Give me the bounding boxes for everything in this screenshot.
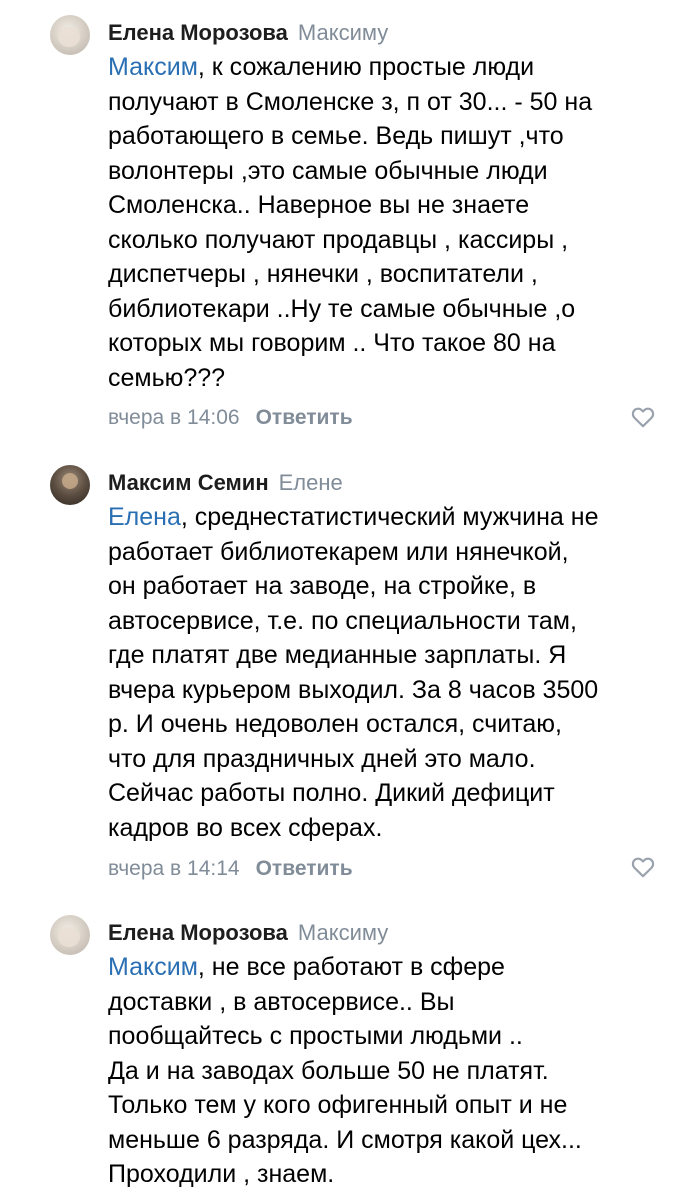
reply-to-label[interactable]: Максиму	[298, 920, 388, 945]
comment: Елена Морозова Максиму Максим, не все раб…	[0, 900, 682, 1200]
comment-header: Максим Семин Елене	[108, 468, 343, 498]
comment: Максим Семин Елене Елена, среднестатистич…	[0, 450, 682, 900]
heart-outline-icon[interactable]	[630, 404, 656, 430]
avatar[interactable]	[50, 915, 90, 955]
author-name[interactable]: Елена Морозова	[108, 20, 288, 45]
comment: Елена Морозова Максиму Максим, к сожалени…	[0, 0, 682, 450]
comment-text: Елена, среднестатистический мужчина не р…	[108, 500, 668, 845]
avatar[interactable]	[50, 465, 90, 505]
comment-header: Елена Морозова Максиму	[108, 918, 388, 948]
reply-to-label[interactable]: Максиму	[298, 20, 388, 45]
comment-meta: вчера в 14:14 Ответить	[108, 855, 353, 883]
timestamp: вчера в 14:14	[108, 857, 240, 880]
heart-outline-icon[interactable]	[630, 854, 656, 880]
comment-meta: вчера в 14:06 Ответить	[108, 404, 353, 432]
comment-header: Елена Морозова Максиму	[108, 18, 388, 48]
reply-button[interactable]: Ответить	[256, 857, 353, 880]
author-name[interactable]: Елена Морозова	[108, 920, 288, 945]
comment-text: Максим, к сожалению простые люди получаю…	[108, 50, 668, 395]
comment-body: , не все работают в сфере доставки , в а…	[108, 953, 582, 1188]
comment-body: , среднестатистический мужчина не работа…	[108, 503, 599, 842]
comment-text: Максим, не все работают в сфере доставки…	[108, 950, 668, 1192]
timestamp: вчера в 14:06	[108, 406, 240, 429]
avatar[interactable]	[50, 15, 90, 55]
comment-body: , к сожалению простые люди получают в См…	[108, 53, 593, 392]
reply-button[interactable]: Ответить	[256, 406, 353, 429]
mention-link[interactable]: Максим	[108, 953, 198, 981]
reply-to-label[interactable]: Елене	[279, 470, 343, 495]
mention-link[interactable]: Елена	[108, 503, 181, 531]
author-name[interactable]: Максим Семин	[108, 470, 269, 495]
mention-link[interactable]: Максим	[108, 53, 198, 81]
